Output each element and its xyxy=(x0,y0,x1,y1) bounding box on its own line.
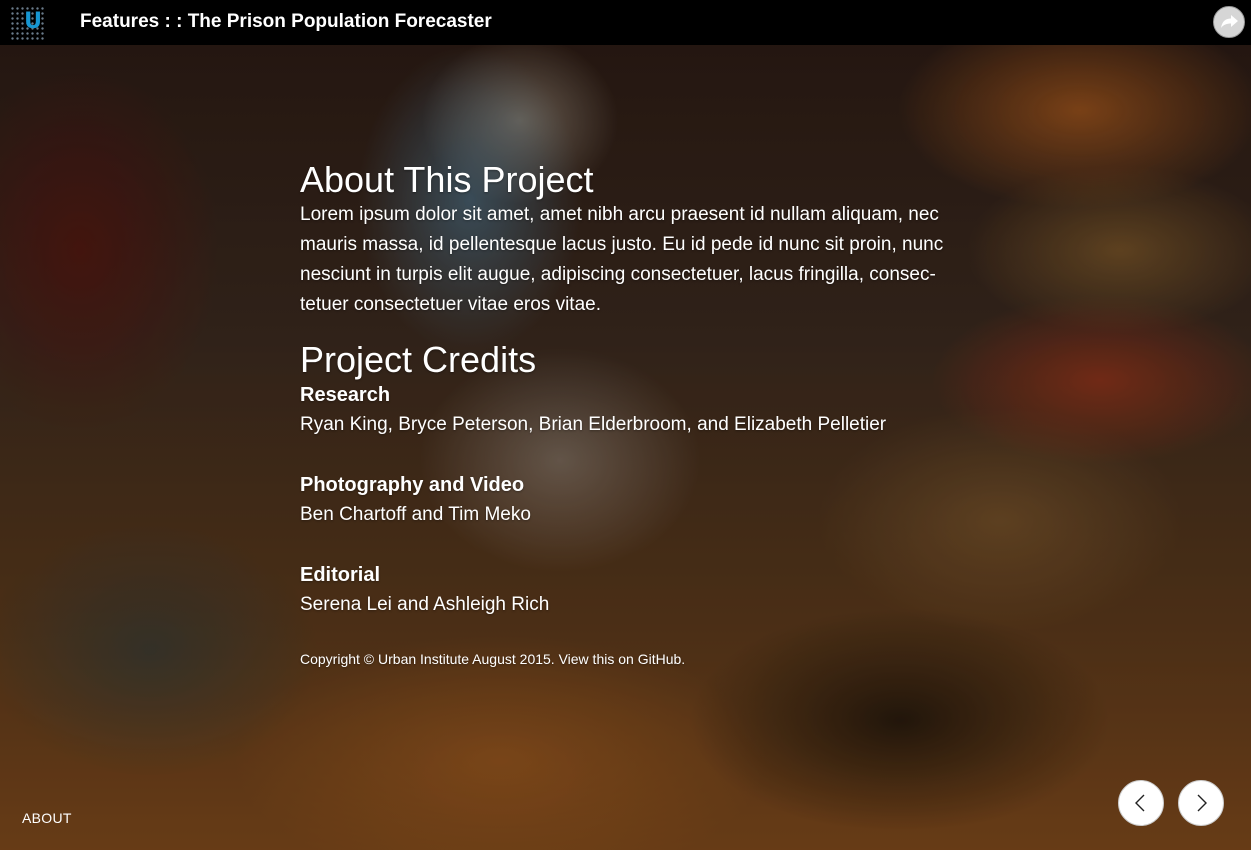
credits-heading: Project Credits xyxy=(300,339,537,380)
section-label-about[interactable]: ABOUT xyxy=(22,810,72,826)
share-button[interactable] xyxy=(1213,6,1245,38)
credit-names: Ben Chartoff and Tim Meko xyxy=(300,504,531,525)
github-link[interactable]: View this on GitHub. xyxy=(559,651,686,667)
credit-group-research: Research Ryan King, Bryce Peterson, Bria… xyxy=(300,380,960,440)
logo-letter: U xyxy=(24,9,42,34)
credit-role: Editorial xyxy=(300,564,381,586)
copyright-text: Copyright © Urban Institute August 2015. xyxy=(300,651,559,667)
credit-group-photography: Photography and Video Ben Chartoff and T… xyxy=(300,470,960,530)
share-icon xyxy=(1221,15,1238,28)
copyright-line: Copyright © Urban Institute August 2015.… xyxy=(300,650,960,668)
page-title[interactable]: Features : : The Prison Population Forec… xyxy=(80,11,492,33)
about-body: Lorem ipsum dolor sit amet, amet nibh ar… xyxy=(300,204,944,315)
chevron-right-icon xyxy=(1197,794,1207,812)
credit-names: Ryan King, Bryce Peterson, Brian Elderbr… xyxy=(300,414,887,435)
chevron-left-icon xyxy=(1135,794,1145,812)
top-bar: U Features : : The Prison Population For… xyxy=(0,0,1251,45)
credit-group-editorial: Editorial Serena Lei and Ashleigh Rich xyxy=(300,560,960,620)
page: U Features : : The Prison Population For… xyxy=(0,0,1251,850)
urban-institute-logo[interactable]: U xyxy=(10,6,44,40)
previous-button[interactable] xyxy=(1118,780,1164,826)
next-button[interactable] xyxy=(1178,780,1224,826)
credit-role: Research xyxy=(300,384,391,406)
credit-names: Serena Lei and Ashleigh Rich xyxy=(300,594,550,615)
about-heading: About This Project xyxy=(300,159,594,200)
about-panel: About This Project Lorem ipsum dolor sit… xyxy=(300,160,960,668)
credit-role: Photography and Video xyxy=(300,474,525,496)
